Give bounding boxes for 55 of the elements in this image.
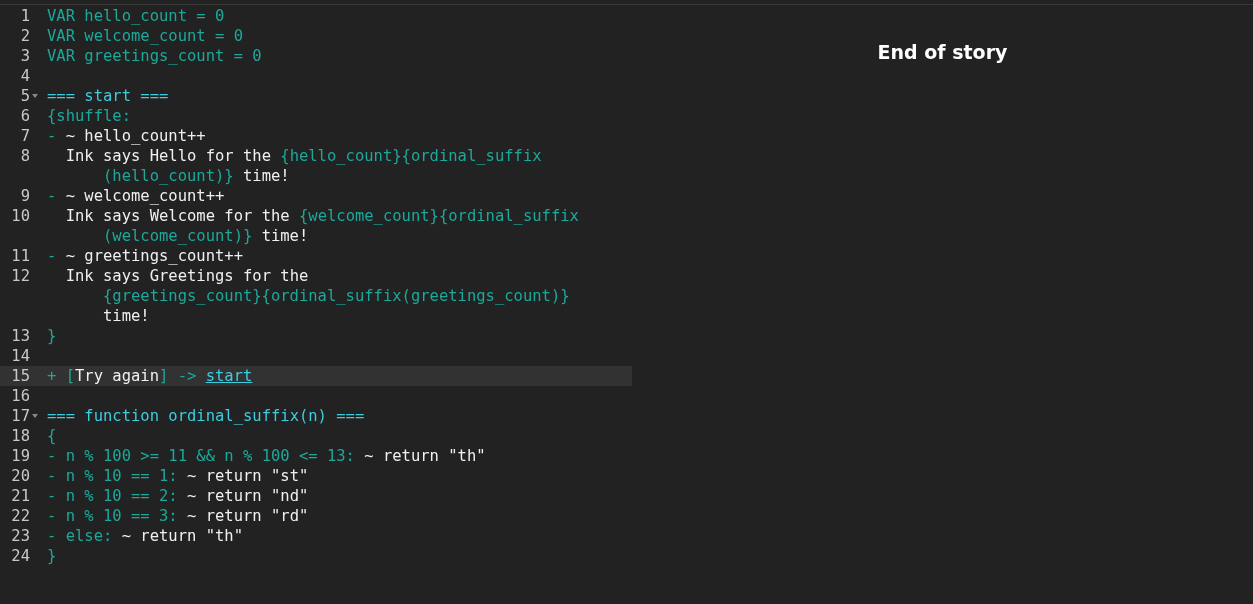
line-number: 2 (20, 26, 30, 46)
line-number: 11 (11, 246, 30, 266)
line-number: 10 (11, 206, 30, 226)
line-number: 15 (11, 366, 30, 386)
fold-caret-icon[interactable] (32, 414, 38, 418)
code-line: - ~ welcome_count++ (47, 186, 225, 206)
code-line: - ~ hello_count++ (47, 126, 206, 146)
code-line: (welcome_count)} time! (102, 226, 309, 246)
line-number: 20 (11, 466, 30, 486)
code-line: - else: ~ return "th" (47, 526, 243, 546)
line-number: 7 (20, 126, 30, 146)
line-number: 21 (11, 486, 30, 506)
line-number: 5 (20, 86, 30, 106)
line-number: 9 (20, 186, 30, 206)
line-number: 4 (20, 66, 30, 86)
line-number: 18 (11, 426, 30, 446)
code-line: === start === (47, 86, 169, 106)
line-number: 22 (11, 506, 30, 526)
code-line: Ink says Welcome for the {welcome_count}{ordinal_suffix (64, 206, 579, 226)
code-line: - n % 10 == 2: ~ return "nd" (47, 486, 309, 506)
code-line: VAR hello_count = 0 (47, 6, 225, 26)
line-number: 17 (11, 406, 30, 426)
line-number: 14 (11, 346, 30, 366)
code-line: === function ordinal_suffix(n) === (47, 406, 365, 426)
code-line: - n % 10 == 3: ~ return "rd" (47, 506, 309, 526)
code-line: time! (102, 306, 150, 326)
code-line: Ink says Greetings for the (64, 266, 309, 286)
code-text: Try again (75, 367, 159, 385)
code-line: - n % 100 >= 11 && n % 100 <= 13: ~ return "th" (47, 446, 486, 466)
code-line: } (47, 546, 57, 566)
code-line: { (47, 426, 57, 446)
line-number: 3 (20, 46, 30, 66)
code-line: VAR welcome_count = 0 (47, 26, 243, 46)
line-number: 16 (11, 386, 30, 406)
line-number: 19 (11, 446, 30, 466)
line-number: 13 (11, 326, 30, 346)
code-text: + [ (47, 367, 75, 385)
code-line: {shuffle: (47, 106, 131, 126)
code-line: - ~ greetings_count++ (47, 246, 243, 266)
code-line: - n % 10 == 1: ~ return "st" (47, 466, 309, 486)
line-number: 24 (11, 546, 30, 566)
fold-caret-icon[interactable] (32, 94, 38, 98)
line-number: 12 (11, 266, 30, 286)
code-text: ] -> (159, 367, 198, 385)
line-number: 23 (11, 526, 30, 546)
end-of-story-text: End of story (877, 41, 1008, 63)
line-number: 6 (20, 106, 30, 126)
divert-link[interactable]: start (205, 367, 253, 385)
code-line: VAR greetings_count = 0 (47, 46, 262, 66)
line-number: 1 (20, 6, 30, 26)
code-line: } (47, 326, 57, 346)
code-line: (hello_count)} time! (102, 166, 290, 186)
code-line: Ink says Hello for the {hello_count}{ordinal_suffix (64, 146, 542, 166)
code-line: {greetings_count}{ordinal_suffix(greetings_count)} (102, 286, 570, 306)
line-number: 8 (20, 146, 30, 166)
